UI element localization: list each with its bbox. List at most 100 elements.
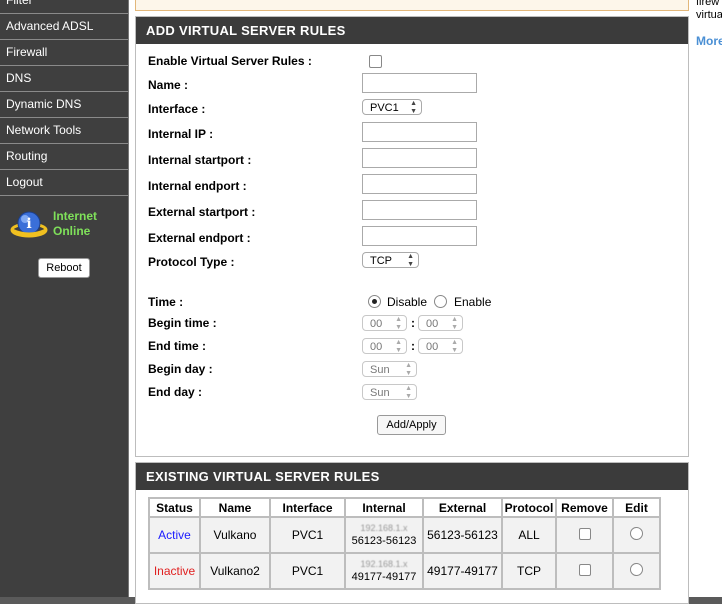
rule-status-text: Active bbox=[158, 528, 191, 542]
rule-internal-ports: 56123-56123 bbox=[351, 534, 417, 547]
rule-remove bbox=[557, 518, 612, 552]
internal-endport-input[interactable] bbox=[362, 174, 477, 194]
internet-globe-icon: i bbox=[10, 211, 48, 238]
internal-ip-input[interactable] bbox=[362, 122, 477, 142]
end-hour-value: 00 bbox=[370, 341, 383, 353]
protocol-type-select[interactable]: TCP ▲ ▼ bbox=[362, 252, 419, 268]
external-endport-input[interactable] bbox=[362, 226, 477, 246]
existing-virtual-server-header: EXISTING VIRTUAL SERVER RULES bbox=[136, 463, 688, 490]
redacted-ip: 192.168.1.x bbox=[360, 558, 408, 569]
remove-checkbox[interactable] bbox=[578, 527, 591, 540]
select-arrows-icon: ▲ ▼ bbox=[451, 339, 458, 354]
rule-protocol: ALL bbox=[503, 518, 555, 552]
status-line-online: Online bbox=[53, 224, 91, 238]
interface-select[interactable]: PVC1 ▲ ▼ bbox=[362, 99, 422, 115]
rule-status: Inactive bbox=[150, 554, 199, 588]
nav-item-dynamic-dns[interactable]: Dynamic DNS bbox=[0, 92, 128, 118]
end-day-select[interactable]: Sun ▲ ▼ bbox=[362, 384, 417, 400]
enable-rules-checkbox[interactable] bbox=[369, 55, 382, 68]
add-virtual-server-panel: ADD VIRTUAL SERVER RULES Enable Virtual … bbox=[135, 16, 689, 457]
edit-radio[interactable] bbox=[630, 527, 643, 540]
begin-hour-select[interactable]: 00 ▲ ▼ bbox=[362, 315, 407, 331]
nav-item-firewall[interactable]: Firewall bbox=[0, 40, 128, 66]
nav-item-advanced-adsl[interactable]: Advanced ADSL bbox=[0, 14, 128, 40]
external-startport-input[interactable] bbox=[362, 200, 477, 220]
help-more-link[interactable]: More bbox=[696, 34, 722, 48]
nav-item-dns[interactable]: DNS bbox=[0, 66, 128, 92]
nav-item-filter[interactable]: Filter bbox=[0, 0, 128, 14]
rule-name: Vulkano bbox=[201, 518, 269, 552]
begin-minute-value: 00 bbox=[426, 318, 439, 330]
internet-status: i Internet Online bbox=[0, 204, 128, 259]
rule-protocol: TCP bbox=[503, 554, 555, 588]
select-arrows-icon: ▲ ▼ bbox=[407, 253, 414, 268]
rule-edit bbox=[614, 518, 659, 552]
internet-status-text: Internet Online bbox=[53, 209, 97, 239]
nav-item-routing[interactable]: Routing bbox=[0, 144, 128, 170]
external-endport-label: External endport : bbox=[148, 231, 251, 245]
left-navigation: Filter Advanced ADSL Firewall DNS Dynami… bbox=[0, 0, 129, 597]
protocol-select-value: TCP bbox=[370, 255, 392, 267]
edit-radio[interactable] bbox=[630, 563, 643, 576]
rule-external: 56123-56123 bbox=[424, 518, 501, 552]
time-disable-radio[interactable] bbox=[368, 295, 381, 308]
rule-interface: PVC1 bbox=[271, 554, 344, 588]
svg-text:i: i bbox=[26, 216, 31, 232]
time-separator: : bbox=[411, 339, 415, 353]
name-input[interactable] bbox=[362, 73, 477, 93]
begin-minute-select[interactable]: 00 ▲ ▼ bbox=[418, 315, 463, 331]
help-panel: firew virtua More bbox=[694, 0, 722, 597]
existing-rules-table: Status Name Interface Internal External … bbox=[148, 497, 661, 590]
column-header-status: Status bbox=[150, 499, 199, 516]
rule-status: Active bbox=[150, 518, 199, 552]
nav-item-network-tools[interactable]: Network Tools bbox=[0, 118, 128, 144]
reboot-button[interactable]: Reboot bbox=[38, 258, 90, 278]
redacted-ip: 192.168.1.x bbox=[360, 522, 408, 533]
previous-section-stub bbox=[135, 0, 689, 11]
end-minute-value: 00 bbox=[426, 341, 439, 353]
rule-external: 49177-49177 bbox=[424, 554, 501, 588]
column-header-protocol: Protocol bbox=[503, 499, 555, 516]
protocol-type-label: Protocol Type : bbox=[148, 255, 235, 269]
enable-rules-label: Enable Virtual Server Rules : bbox=[148, 54, 312, 68]
select-arrows-icon: ▲ ▼ bbox=[405, 385, 412, 400]
begin-time-label: Begin time : bbox=[148, 316, 217, 330]
status-line-internet: Internet bbox=[53, 209, 98, 223]
time-disable-label: Disable bbox=[387, 295, 428, 309]
end-day-label: End day : bbox=[148, 385, 203, 399]
begin-hour-value: 00 bbox=[370, 318, 383, 330]
add-apply-button[interactable]: Add/Apply bbox=[377, 415, 446, 435]
internal-startport-input[interactable] bbox=[362, 148, 477, 168]
select-arrows-icon: ▲ ▼ bbox=[405, 362, 412, 377]
end-time-label: End time : bbox=[148, 339, 207, 353]
name-label: Name : bbox=[148, 78, 189, 92]
time-label: Time : bbox=[148, 295, 184, 309]
column-header-name: Name bbox=[201, 499, 269, 516]
select-arrows-icon: ▲ ▼ bbox=[395, 316, 402, 331]
table-row: Inactive Vulkano2 PVC1 192.168.1.x 49177-… bbox=[150, 554, 659, 588]
rule-status-text: Inactive bbox=[153, 564, 196, 578]
select-arrows-icon: ▲ ▼ bbox=[410, 100, 417, 115]
internal-startport-label: Internal startport : bbox=[148, 153, 252, 167]
main-content: ADD VIRTUAL SERVER RULES Enable Virtual … bbox=[129, 0, 694, 604]
column-header-external: External bbox=[424, 499, 501, 516]
select-arrows-icon: ▲ ▼ bbox=[451, 316, 458, 331]
column-header-interface: Interface bbox=[271, 499, 344, 516]
rule-interface: PVC1 bbox=[271, 518, 344, 552]
end-minute-select[interactable]: 00 ▲ ▼ bbox=[418, 338, 463, 354]
end-day-value: Sun bbox=[370, 387, 390, 399]
begin-day-value: Sun bbox=[370, 364, 390, 376]
internal-ip-label: Internal IP : bbox=[148, 127, 214, 141]
internal-endport-label: Internal endport : bbox=[148, 179, 247, 193]
end-hour-select[interactable]: 00 ▲ ▼ bbox=[362, 338, 407, 354]
rule-remove bbox=[557, 554, 612, 588]
time-enable-radio[interactable] bbox=[434, 295, 447, 308]
time-enable-label: Enable bbox=[454, 295, 492, 309]
nav-item-logout[interactable]: Logout bbox=[0, 170, 128, 196]
interface-select-value: PVC1 bbox=[370, 102, 399, 114]
table-row: Active Vulkano PVC1 192.168.1.x 56123-561… bbox=[150, 518, 659, 552]
begin-day-select[interactable]: Sun ▲ ▼ bbox=[362, 361, 417, 377]
remove-checkbox[interactable] bbox=[578, 563, 591, 576]
rule-edit bbox=[614, 554, 659, 588]
rule-internal: 192.168.1.x 49177-49177 bbox=[346, 554, 422, 588]
